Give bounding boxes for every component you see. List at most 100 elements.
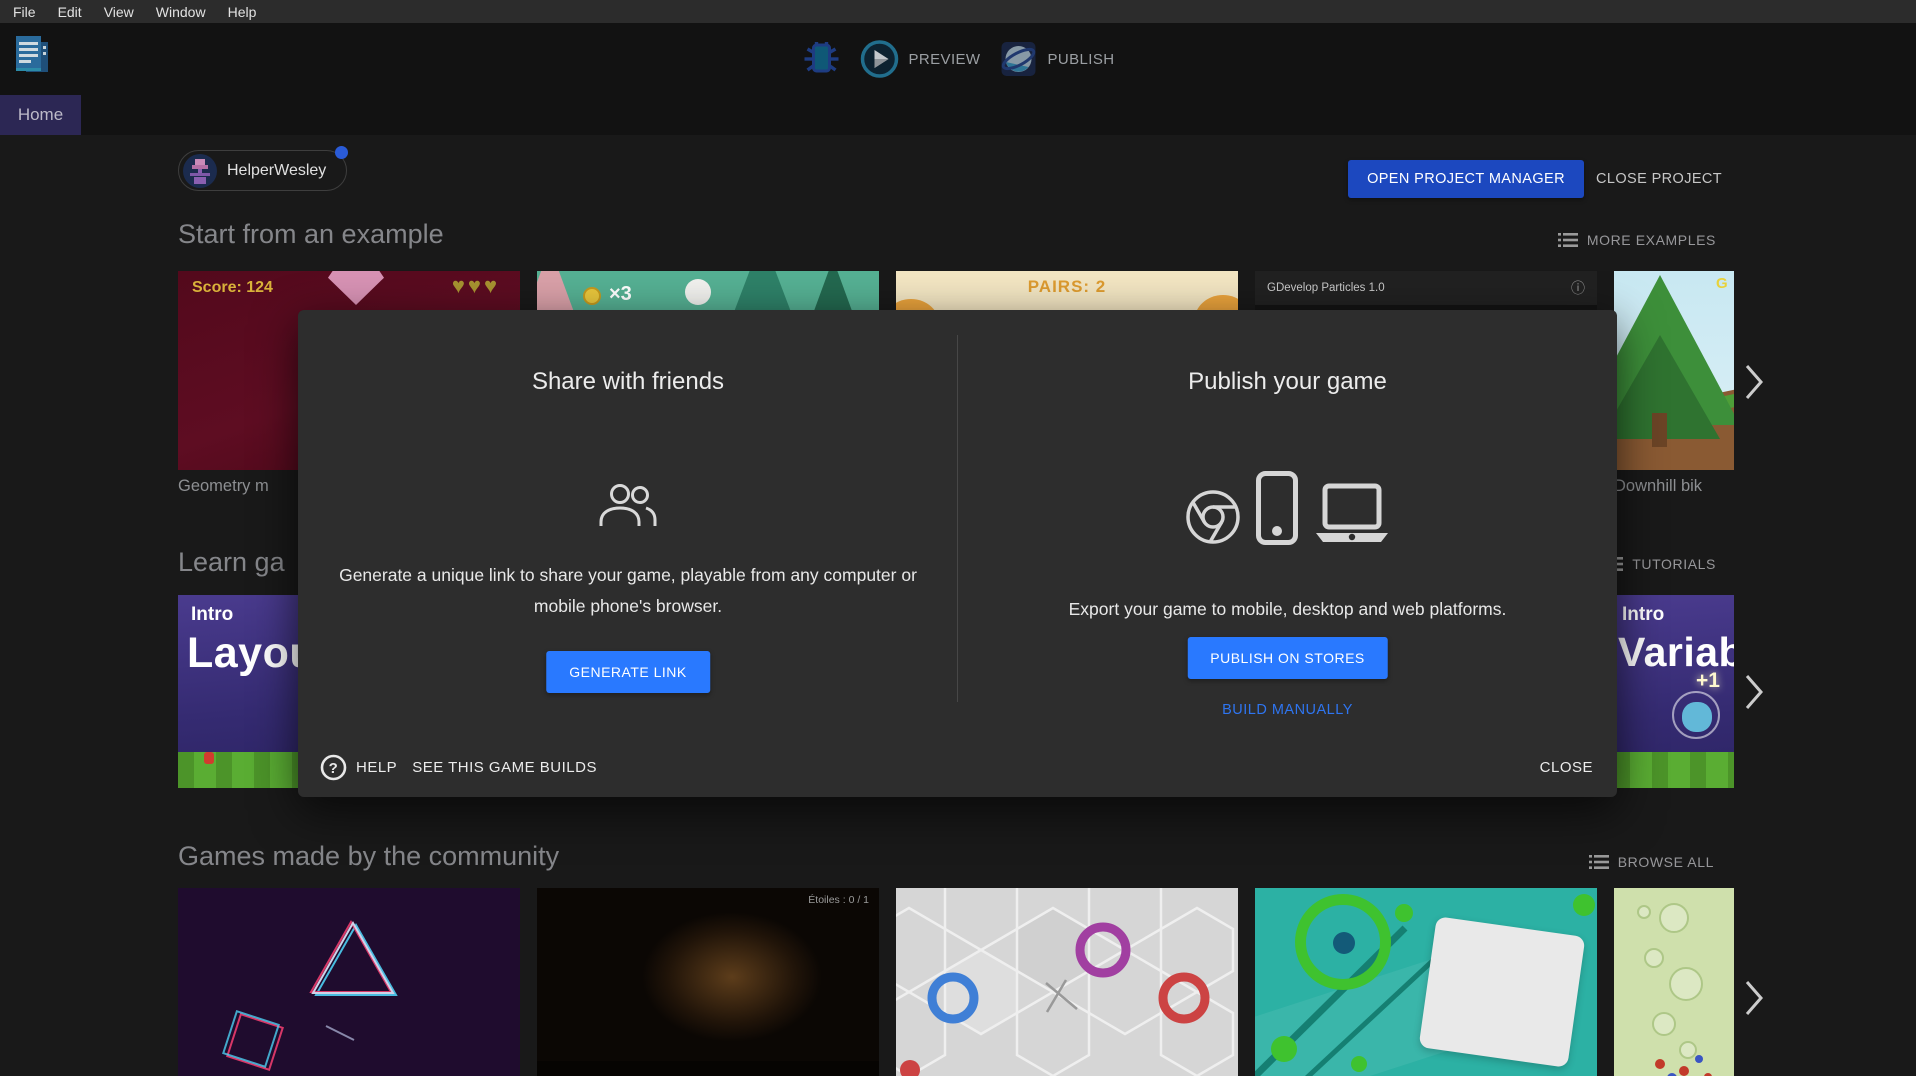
build-manually-link[interactable]: BUILD MANUALLY (958, 702, 1617, 718)
tutorial-thumb-variables[interactable]: Intro Variables +1 (1614, 595, 1734, 788)
open-project-manager-button[interactable]: OPEN PROJECT MANAGER (1348, 160, 1584, 198)
examples-section-title: Start from an example (178, 219, 444, 250)
particles-title: GDevelop Particles 1.0 (1267, 282, 1571, 294)
debug-icon[interactable] (802, 40, 842, 78)
community-thumb-neon[interactable] (178, 888, 520, 1076)
list-icon (1589, 854, 1609, 870)
menu-view[interactable]: View (93, 4, 145, 20)
close-dialog-button[interactable]: CLOSE (1540, 759, 1593, 776)
green-dot (1573, 894, 1595, 916)
community-thumb-rings[interactable] (1255, 888, 1597, 1076)
notification-dot-icon (335, 146, 348, 159)
tulip-shape (204, 752, 214, 764)
neon-shapes (178, 888, 520, 1076)
preview-button[interactable]: PREVIEW (860, 39, 981, 79)
green-dot (1395, 904, 1413, 922)
example-thumb-downhill[interactable]: G (1614, 271, 1734, 470)
play-circle-icon (860, 39, 900, 79)
generate-link-button[interactable]: GENERATE LINK (546, 651, 710, 693)
publish-title: Publish your game (958, 368, 1617, 396)
green-dot (1271, 1036, 1297, 1062)
share-title: Share with friends (298, 368, 958, 396)
blob-creature (1682, 702, 1712, 732)
publish-on-stores-button[interactable]: PUBLISH ON STORES (1187, 637, 1388, 679)
tree-trunk (1652, 413, 1667, 447)
share-description: Generate a unique link to share your gam… (323, 560, 933, 621)
user-avatar (183, 154, 217, 188)
laptop-icon (1312, 482, 1392, 546)
menu-help[interactable]: Help (217, 4, 268, 20)
blob-selection-ring (1672, 691, 1720, 739)
tab-bar: Home (0, 95, 1916, 135)
publish-column: Publish your game (958, 310, 1617, 797)
home-page: HelperWesley OPEN PROJECT MANAGER CLOSE … (0, 135, 1916, 1076)
share-publish-dialog: Share with friends Generate a unique lin… (298, 310, 1617, 797)
grass-strip (1614, 752, 1734, 788)
preview-label: PREVIEW (909, 51, 981, 68)
help-button[interactable]: ? HELP (320, 754, 397, 781)
community-carousel: Étoiles : 0 / 1 (178, 888, 1734, 1076)
campfire-glow (617, 894, 847, 1060)
green-dot (1351, 1056, 1367, 1072)
close-project-button[interactable]: CLOSE PROJECT (1596, 160, 1722, 198)
hexagon-board (896, 888, 1238, 1076)
browse-all-label: BROWSE ALL (1618, 854, 1714, 870)
gem-shape (328, 271, 384, 305)
see-this-game-builds-button[interactable]: SEE THIS GAME BUILDS (412, 759, 597, 776)
learn-section-title: Learn ga (178, 547, 285, 578)
toolbar: PREVIEW PUBLISH (0, 23, 1916, 95)
project-manager-icon[interactable] (12, 33, 54, 81)
user-chip[interactable]: HelperWesley (178, 150, 347, 191)
caption-downhill: Downhill bik (1614, 477, 1702, 496)
community-thumb-bubbles[interactable] (1614, 888, 1734, 1076)
browse-all-button[interactable]: BROWSE ALL (1589, 854, 1714, 870)
community-thumb-hexagons[interactable] (896, 888, 1238, 1076)
menu-window[interactable]: Window (145, 4, 217, 20)
help-label: HELP (356, 759, 397, 776)
menu-edit[interactable]: Edit (47, 4, 93, 20)
pairs-label: PAIRS: 2 (896, 277, 1238, 297)
tutorial-kicker: Intro (191, 604, 233, 626)
publish-button[interactable]: PUBLISH (998, 39, 1114, 79)
corner-label: G (1716, 275, 1728, 292)
list-icon (1558, 232, 1578, 248)
share-column: Share with friends Generate a unique lin… (298, 310, 958, 797)
hearts-icon: ♥♥♥ (452, 273, 500, 299)
dialog-footer-actions: ? HELP SEE THIS GAME BUILDS (320, 754, 597, 781)
plus-one-badge: +1 (1696, 669, 1720, 693)
examples-next-chevron-icon[interactable] (1742, 362, 1766, 402)
info-icon[interactable]: ⓘ (1571, 278, 1585, 298)
question-circle-icon: ? (320, 754, 347, 781)
more-examples-button[interactable]: MORE EXAMPLES (1558, 232, 1716, 248)
menu-bar: File Edit View Window Help (0, 0, 1916, 23)
more-examples-label: MORE EXAMPLES (1587, 232, 1716, 248)
people-icon (594, 481, 662, 531)
community-next-chevron-icon[interactable] (1742, 978, 1766, 1018)
tutorials-button[interactable]: TUTORIALS (1603, 556, 1716, 572)
menu-file[interactable]: File (2, 4, 47, 20)
player-ball (685, 279, 711, 305)
coin-counter: ×3 (609, 283, 632, 306)
community-thumb-night[interactable]: Étoiles : 0 / 1 (537, 888, 879, 1076)
publish-label: PUBLISH (1047, 51, 1114, 68)
builds-label: SEE THIS GAME BUILDS (412, 759, 597, 776)
smartphone-icon (1255, 470, 1299, 546)
community-section-title: Games made by the community (178, 841, 559, 872)
toolbar-center: PREVIEW PUBLISH (802, 23, 1115, 95)
stars-counter: Étoiles : 0 / 1 (808, 894, 869, 906)
chrome-icon (1184, 488, 1242, 546)
username-label: HelperWesley (227, 162, 326, 180)
ring-core-dot (1333, 932, 1355, 954)
publish-description: Export your game to mobile, desktop and … (968, 594, 1608, 625)
score-label: Score: 124 (192, 279, 273, 297)
tab-home[interactable]: Home (0, 95, 81, 135)
publish-globe-icon (998, 39, 1038, 79)
ground-silhouette (537, 1061, 879, 1076)
caption-geometry: Geometry m (178, 477, 269, 496)
tutorial-kicker: Intro (1622, 604, 1664, 626)
svg-text:?: ? (329, 760, 339, 777)
tutorials-next-chevron-icon[interactable] (1742, 672, 1766, 712)
white-square (1419, 916, 1586, 1068)
particles-header: GDevelop Particles 1.0 ⓘ (1255, 271, 1597, 305)
gdevelop-window: File Edit View Window Help (0, 0, 1916, 1076)
